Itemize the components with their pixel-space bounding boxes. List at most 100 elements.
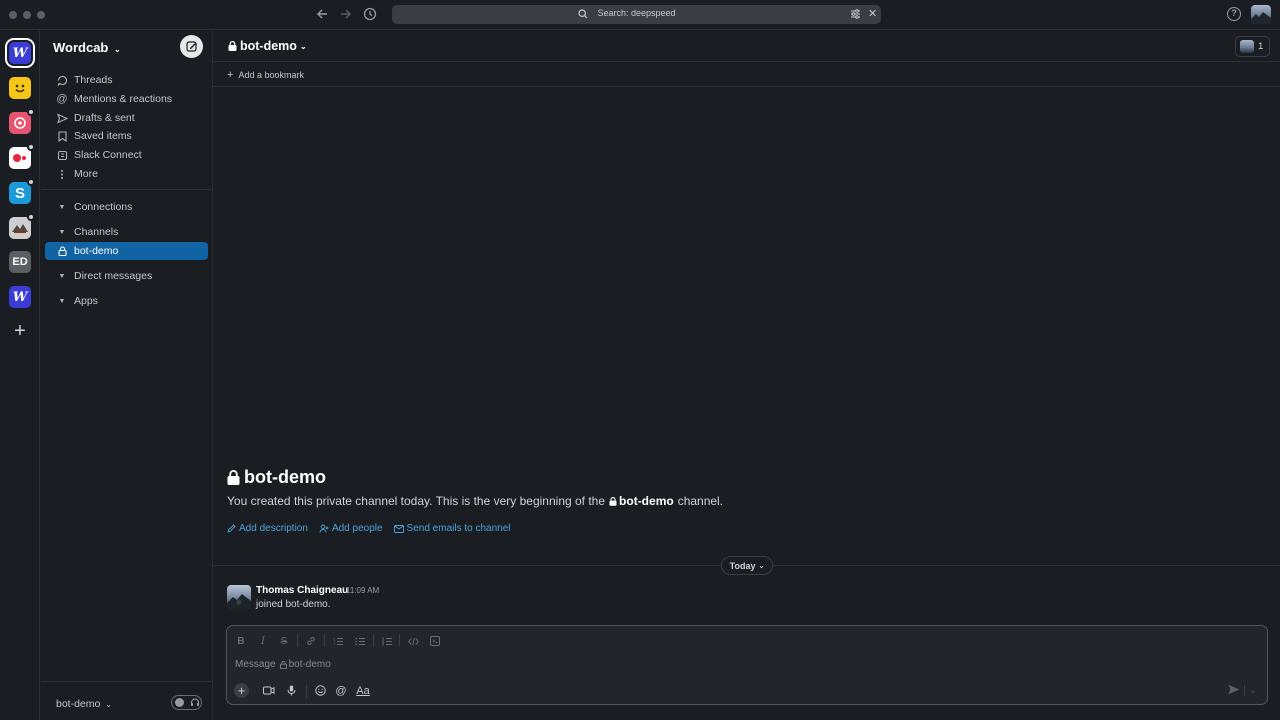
placeholder-prefix: Message <box>235 659 276 670</box>
section-label: Channels <box>74 226 119 238</box>
at-sign-icon: @ <box>56 93 68 105</box>
notification-dot <box>27 213 35 221</box>
workspace-wordcab[interactable]: W <box>5 38 35 68</box>
section-channels[interactable]: ▼ Channels <box>45 223 208 241</box>
channel-label: bot-demo <box>74 245 119 257</box>
add-people-label: Add people <box>331 523 383 534</box>
microphone-icon[interactable] <box>284 683 298 698</box>
section-connections[interactable]: ▼ Connections <box>45 198 208 216</box>
italic-icon[interactable]: I <box>256 634 270 648</box>
intro-desc-channel[interactable]: bot-demo <box>619 494 674 508</box>
message-input[interactable]: Message bot-demo <box>235 659 331 670</box>
sidebar-item-label: Slack Connect <box>74 149 142 161</box>
search-clear-icon[interactable]: ✕ <box>868 7 877 20</box>
workspace-wordcab-2[interactable]: W <box>9 286 31 308</box>
workspace-blue-s[interactable]: S <box>9 178 35 204</box>
lock-icon <box>56 245 68 257</box>
sidebar-item-saved[interactable]: Saved items <box>45 127 208 145</box>
workspace-name-button[interactable]: Wordcab ⌄ <box>53 40 121 55</box>
workspace-red-logo <box>13 154 26 162</box>
sidebar-item-threads[interactable]: Threads <box>45 71 208 89</box>
section-label: Direct messages <box>74 270 153 282</box>
huddle-toggle[interactable] <box>171 695 202 710</box>
workspace-yellow[interactable] <box>9 77 31 99</box>
bookmark-icon <box>56 130 68 142</box>
add-person-icon <box>319 524 329 533</box>
schedule-chevron-down-icon[interactable]: ⌄ <box>1249 685 1257 696</box>
sidebar-divider <box>41 189 213 190</box>
building-icon <box>56 149 68 161</box>
notification-dot <box>27 108 35 116</box>
history-clock-icon[interactable] <box>363 7 379 23</box>
intro-channel-name: bot-demo <box>244 467 326 487</box>
message-avatar[interactable] <box>227 585 251 609</box>
forward-arrow-icon[interactable] <box>339 7 355 23</box>
link-icon[interactable] <box>304 634 318 648</box>
window-minimize-dot[interactable] <box>23 11 31 19</box>
channel-title-button[interactable]: bot-demo ⌄ <box>228 39 307 53</box>
message-text: joined bot-demo. <box>256 599 331 610</box>
window-zoom-dot[interactable] <box>37 11 45 19</box>
add-workspace-plus-icon[interactable]: + <box>12 321 28 341</box>
workspace-ed[interactable]: ED <box>9 251 31 273</box>
section-label: Apps <box>74 295 98 307</box>
intro-description: You created this private channel today. … <box>227 494 723 508</box>
more-vertical-icon <box>56 168 68 180</box>
workspace-red[interactable] <box>9 143 35 169</box>
message-composer[interactable]: B I S Message bot-demo + @ Aa ⌄ <box>226 625 1268 705</box>
formatting-toggle-button[interactable]: Aa <box>355 683 371 698</box>
send-icon[interactable] <box>1228 684 1240 695</box>
mention-at-icon[interactable]: @ <box>334 683 348 698</box>
members-button[interactable]: 1 <box>1235 36 1270 57</box>
huddle-channel-label: bot-demo <box>56 698 101 710</box>
section-direct-messages[interactable]: ▼ Direct messages <box>45 267 208 285</box>
bold-icon[interactable]: B <box>234 634 248 648</box>
sidebar-item-bot-demo[interactable]: bot-demo <box>45 242 208 260</box>
sidebar-item-mentions[interactable]: @ Mentions & reactions <box>45 90 208 108</box>
intro-links: Add description Add people Send emails t… <box>227 523 522 534</box>
add-bookmark-label: Add a bookmark <box>238 70 304 80</box>
workspace-blue-s-logo: S <box>14 184 25 202</box>
channel-header: bot-demo ⌄ 1 <box>213 31 1280 62</box>
add-people-link[interactable]: Add people <box>319 523 383 534</box>
notification-dot <box>27 143 35 151</box>
compose-button[interactable] <box>180 35 203 58</box>
toolbar-separator <box>373 634 374 647</box>
back-arrow-icon[interactable] <box>315 7 331 23</box>
workspace-pink[interactable] <box>9 108 35 134</box>
strikethrough-icon[interactable]: S <box>277 634 291 648</box>
intro-desc-text: You created this private channel today. … <box>227 494 606 508</box>
workspace-photo[interactable] <box>9 213 35 239</box>
date-divider-button[interactable]: Today ⌄ <box>721 556 773 575</box>
add-description-link[interactable]: Add description <box>227 523 308 534</box>
section-apps[interactable]: ▼ Apps <box>45 292 208 310</box>
video-clip-icon[interactable] <box>262 683 276 698</box>
plus-icon: + <box>227 69 234 81</box>
code-icon[interactable] <box>406 634 420 648</box>
huddle-channel-selector[interactable]: bot-demo ⌄ <box>56 698 112 710</box>
ordered-list-icon[interactable] <box>331 634 345 648</box>
user-avatar[interactable] <box>1251 5 1271 24</box>
send-emails-link[interactable]: Send emails to channel <box>393 523 511 534</box>
caret-down-icon: ▼ <box>58 203 66 211</box>
emoji-icon[interactable] <box>313 683 327 698</box>
search-filter-icon[interactable] <box>850 9 861 19</box>
help-icon[interactable]: ? <box>1227 7 1241 21</box>
bullet-list-icon[interactable] <box>353 634 367 648</box>
blockquote-icon[interactable] <box>380 634 394 648</box>
message-timestamp[interactable]: 11:09 AM <box>346 586 379 595</box>
lock-icon <box>609 496 617 506</box>
sidebar-item-drafts[interactable]: Drafts & sent <box>45 109 208 127</box>
attach-plus-icon[interactable]: + <box>234 683 249 698</box>
threads-icon <box>56 74 68 86</box>
message-author[interactable]: Thomas Chaigneau <box>256 585 348 596</box>
window-close-dot[interactable] <box>9 11 17 19</box>
add-bookmark-button[interactable]: + Add a bookmark <box>227 69 304 81</box>
sidebar: Wordcab ⌄ Threads @ Mentions & reactions… <box>41 31 213 720</box>
sidebar-item-slack-connect[interactable]: Slack Connect <box>45 146 208 164</box>
code-block-icon[interactable] <box>428 634 442 648</box>
sidebar-item-more[interactable]: More <box>45 165 208 183</box>
lock-icon <box>227 470 240 485</box>
toolbar-separator <box>297 634 298 647</box>
search-bar[interactable]: Search: deepspeed ✕ <box>392 5 881 24</box>
